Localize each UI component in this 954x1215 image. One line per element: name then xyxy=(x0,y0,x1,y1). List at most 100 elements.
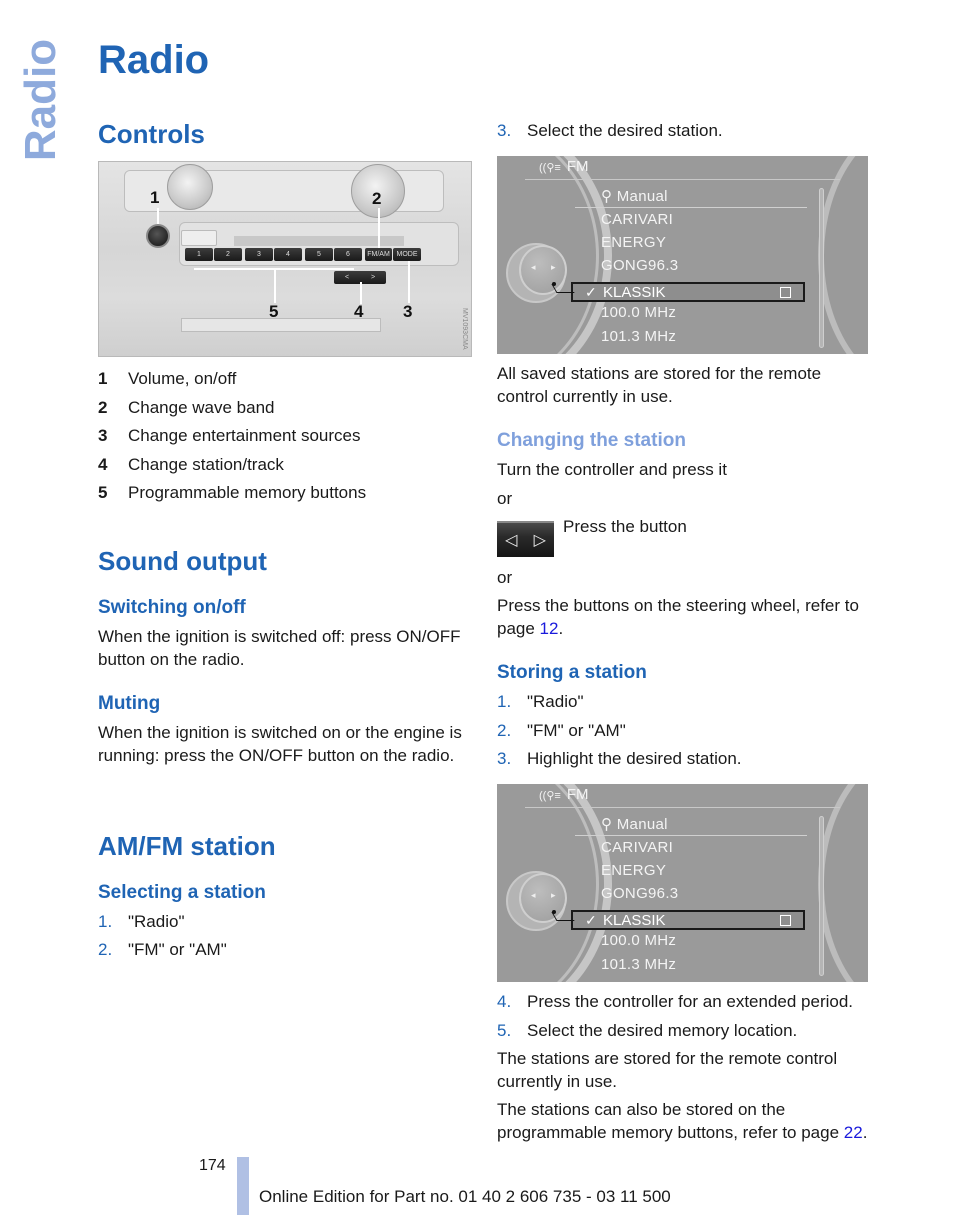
screen-divider xyxy=(525,807,840,808)
selected-station-row: ✓ KLASSIK xyxy=(571,282,805,302)
seek-right-icon: ▷ xyxy=(533,532,546,549)
edition-text: Online Edition for Part no. 01 40 2 606 … xyxy=(259,1187,671,1206)
controls-heading: Controls xyxy=(98,119,205,149)
check-icon: ✓ xyxy=(585,912,597,928)
station-item: CARIVARI xyxy=(601,839,674,856)
legend-item: 5 Programmable memory buttons xyxy=(98,481,366,504)
screen-arc xyxy=(818,784,868,982)
page-link-22[interactable]: 22 xyxy=(844,1123,863,1142)
left-knob xyxy=(167,164,213,210)
station-item: 101.3 MHz xyxy=(601,328,677,345)
step-text: Press the controller for an extended per… xyxy=(527,992,854,1011)
manual-label: Manual xyxy=(616,816,668,833)
step-text: Select the desired station. xyxy=(527,121,723,140)
legend-number: 5 xyxy=(98,483,108,502)
step-item: 1. "Radio" xyxy=(98,910,185,933)
selected-station-label: KLASSIK xyxy=(603,284,666,301)
step-text: "Radio" xyxy=(128,912,185,931)
station-item: 101.3 MHz xyxy=(601,956,677,973)
step-number: 1. xyxy=(497,692,512,711)
switching-heading: Switching on/off xyxy=(98,597,246,618)
selecting-heading: Selecting a station xyxy=(98,882,266,903)
or-text: or xyxy=(497,568,513,587)
callout-line-1 xyxy=(157,208,159,224)
preset-button-5: 5 xyxy=(305,248,333,261)
step-number: 2. xyxy=(98,940,113,959)
radio-screen-image: ((⚲≡ FM ⚲ Manual CARIVARI ENERGY GONG96.3… xyxy=(497,156,868,354)
manual-item: ⚲ Manual xyxy=(601,815,668,833)
screen-scrollbar xyxy=(819,188,824,348)
muting-heading: Muting xyxy=(98,693,161,714)
preset-button-1: 1 xyxy=(185,248,213,261)
preset-button-6: 6 xyxy=(334,248,362,261)
memory-save-icon xyxy=(780,915,791,926)
step-item: 4. Press the controller for an extended p… xyxy=(497,990,853,1013)
controller-right-icon: ▸ xyxy=(551,262,556,272)
station-item: ENERGY xyxy=(601,234,667,251)
page-number: 174 xyxy=(199,1157,226,1174)
screen-divider xyxy=(525,179,840,180)
callout-2: 2 xyxy=(372,189,382,208)
band-text: FM xyxy=(566,786,589,803)
step-item: 1. "Radio" xyxy=(497,690,584,713)
step-text: "FM" or "AM" xyxy=(527,721,626,740)
station-item: 100.0 MHz xyxy=(601,932,677,949)
station-item: CARIVARI xyxy=(601,211,674,228)
radio-antenna-icon: ((⚲≡ xyxy=(539,790,561,802)
radio-control-panel-image: 1 2 3 4 5 6 FM/AM MODE < > 1 2 3 4 5 MV1… xyxy=(98,161,472,357)
band-text: FM xyxy=(566,158,589,175)
selected-station-row: ✓ KLASSIK xyxy=(571,910,805,930)
legend-item: 4 Change station/track xyxy=(98,453,284,476)
step-text: "FM" or "AM" xyxy=(128,940,227,959)
controller-left-icon: ◂ xyxy=(531,262,536,272)
image-code: MV1093CMA xyxy=(461,308,468,350)
preset-button-2: 2 xyxy=(214,248,242,261)
changing-heading: Changing the station xyxy=(497,430,686,451)
controller-right-icon: ▸ xyxy=(551,890,556,900)
seek-left-icon: ◁ xyxy=(505,532,518,549)
seek-button-image: ◁ ▷ xyxy=(497,521,554,557)
search-icon: ⚲ xyxy=(601,816,617,833)
list-separator xyxy=(575,835,807,836)
seek-right-icon: > xyxy=(370,274,376,281)
press-button-text: Press the button xyxy=(563,517,687,536)
legend-item: 1 Volume, on/off xyxy=(98,367,236,390)
lower-button-row xyxy=(181,318,381,332)
step-number: 5. xyxy=(497,1021,512,1040)
search-icon: ⚲ xyxy=(601,188,617,205)
amfm-heading: AM/FM station xyxy=(98,831,276,861)
step-item: 5. Select the desired memory location. xyxy=(497,1019,797,1042)
steering-text: Press the buttons on the steering wheel,… xyxy=(497,594,872,640)
step-number: 1. xyxy=(98,912,113,931)
callout-line-2 xyxy=(378,208,380,248)
stored-text: The stations are stored for the remote c… xyxy=(497,1049,838,1091)
legend-text: Change wave band xyxy=(128,398,275,417)
controller-left-icon: ◂ xyxy=(531,890,536,900)
legend-text: Programmable memory buttons xyxy=(128,483,367,502)
band-label: ((⚲≡ FM xyxy=(539,158,588,175)
muting-text: When the ignition is switched on or the … xyxy=(98,723,462,765)
eject-button xyxy=(181,230,217,246)
switching-text: When the ignition is switched off: press… xyxy=(98,627,461,669)
callout-4: 4 xyxy=(354,302,364,321)
check-icon: ✓ xyxy=(585,284,597,300)
legend-text: Change entertainment sources xyxy=(128,426,361,445)
manual-label: Manual xyxy=(616,188,668,205)
step-number: 4. xyxy=(497,992,512,1011)
side-chapter-tab: Radio xyxy=(16,39,66,161)
station-item: ENERGY xyxy=(601,862,667,879)
legend-item: 2 Change wave band xyxy=(98,396,275,419)
selected-station-label: KLASSIK xyxy=(603,912,666,929)
radio-antenna-icon: ((⚲≡ xyxy=(539,162,561,174)
manual-item: ⚲ Manual xyxy=(601,187,668,205)
callout-3: 3 xyxy=(403,302,413,321)
page-title: Radio xyxy=(98,38,210,82)
preset-button-4: 4 xyxy=(274,248,302,261)
list-separator xyxy=(575,207,807,208)
changing-text: Turn the controller and press it xyxy=(497,460,727,479)
station-item: GONG96.3 xyxy=(601,885,679,902)
page-link-12[interactable]: 12 xyxy=(540,619,559,638)
callout-1: 1 xyxy=(150,188,160,207)
legend-text: Volume, on/off xyxy=(128,369,237,388)
legend-text: Change station/track xyxy=(128,455,284,474)
